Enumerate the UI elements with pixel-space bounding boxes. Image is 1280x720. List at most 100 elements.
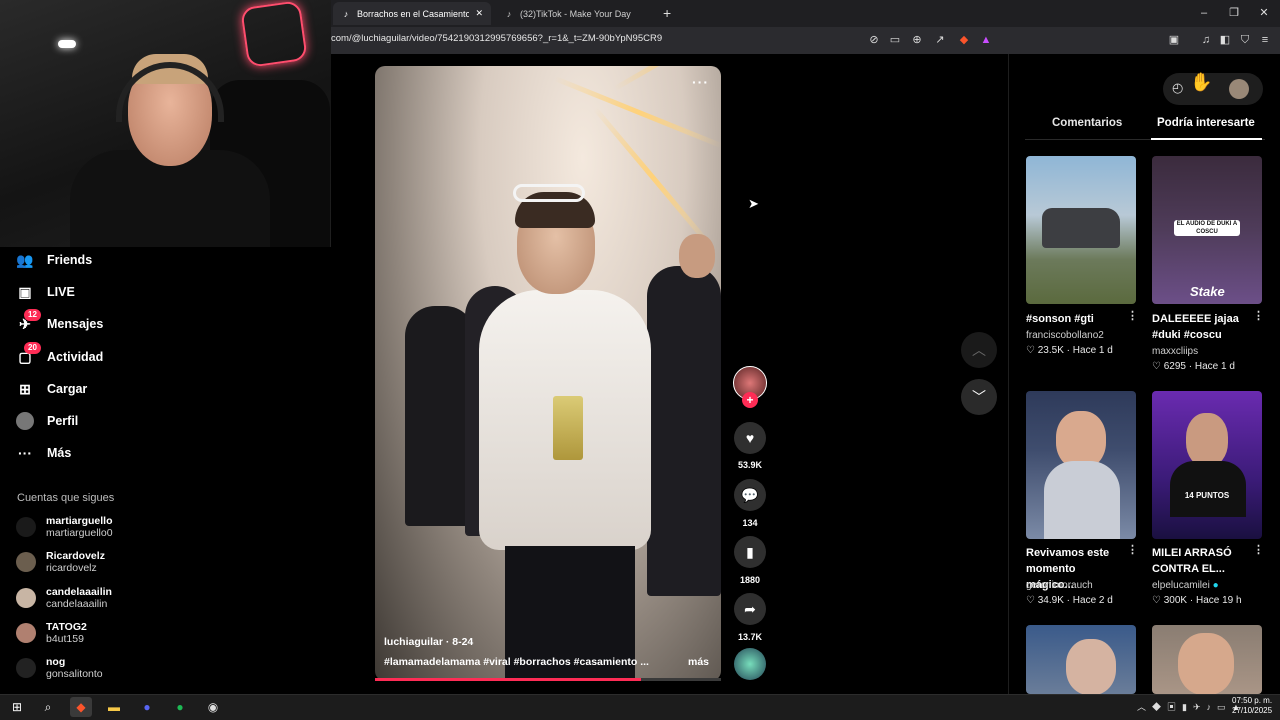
- sidebar-item-messages[interactable]: ✈ 12 Mensajes: [16, 309, 103, 336]
- card-title[interactable]: DALEEEEE jajaa #duki #coscu: [1152, 311, 1252, 343]
- avatar: [16, 552, 36, 572]
- minimize-button[interactable]: –: [1191, 4, 1217, 22]
- new-tab-button[interactable]: +: [663, 5, 671, 21]
- video-hashtags[interactable]: #lamamadelamama #viral #borrachos #casam…: [384, 656, 659, 668]
- video-progress-bar[interactable]: [375, 678, 721, 681]
- video-thumbnail[interactable]: [1026, 156, 1136, 304]
- close-window-button[interactable]: ✕: [1251, 4, 1277, 22]
- following-item[interactable]: candelaaailin candelaaailin: [16, 583, 112, 613]
- file-explorer-icon[interactable]: ▬: [103, 697, 125, 717]
- spotify-icon[interactable]: ●: [169, 697, 191, 717]
- video-thumbnail[interactable]: 14 PUNTOS: [1152, 391, 1262, 539]
- card-user[interactable]: elpelucamilei ●: [1152, 580, 1219, 591]
- music-disc-icon[interactable]: [734, 648, 766, 680]
- obs-icon[interactable]: ◉: [202, 697, 224, 717]
- light-beam: [593, 106, 713, 248]
- card-menu-icon[interactable]: ⋮: [1127, 543, 1138, 556]
- tab-recommended[interactable]: Podría interesarte: [1157, 117, 1255, 129]
- card-menu-icon[interactable]: ⋮: [1253, 309, 1264, 322]
- card-user[interactable]: maxxcliips: [1152, 346, 1198, 357]
- sidebar-toggle-icon[interactable]: ▣: [1166, 32, 1182, 48]
- video-thumbnail[interactable]: EL AUDIO DE DUKI A COSCU Stake: [1152, 156, 1262, 304]
- share-icon[interactable]: ↗: [932, 32, 948, 48]
- sidebar-item-friends[interactable]: 👥 Friends: [16, 248, 92, 272]
- sidebar-item-activity[interactable]: ▢ 20 Actividad: [16, 342, 103, 369]
- taskbar-clock[interactable]: 07:50 p. m. 27/10/2025: [1232, 696, 1272, 716]
- share-button[interactable]: ➦: [734, 593, 766, 625]
- card-title[interactable]: #sonson #gti: [1026, 311, 1126, 327]
- search-icon[interactable]: ⌕: [37, 697, 59, 717]
- tab-comments[interactable]: Comentarios: [1052, 117, 1122, 129]
- media-icon[interactable]: ♫: [1198, 32, 1214, 48]
- video-thumbnail[interactable]: [1026, 391, 1136, 539]
- save-button[interactable]: ▮: [734, 536, 766, 568]
- card-title[interactable]: MILEI ARRASÓ CONTRA EL...: [1152, 545, 1252, 577]
- more-icon: ···: [18, 445, 32, 461]
- like-button[interactable]: ♥: [734, 422, 766, 454]
- next-video-button[interactable]: ﹀: [961, 379, 997, 415]
- video-progress-fill: [375, 678, 642, 681]
- card-stats: ♡ 34.9K · Hace 2 d: [1026, 595, 1113, 606]
- card-stats: ♡ 23.5K · Hace 1 d: [1026, 345, 1113, 356]
- card-time: Hace 1 d: [1072, 345, 1113, 356]
- brave-shield-icon[interactable]: ◆: [956, 32, 972, 48]
- sidebar-item-profile[interactable]: Perfil: [16, 409, 78, 433]
- comment-icon: 💬: [741, 487, 759, 503]
- sidebar-item-live[interactable]: ▣ LIVE: [16, 280, 74, 304]
- video-thumbnail[interactable]: [1026, 625, 1136, 694]
- thumbnail-face: [1186, 413, 1228, 467]
- cast-icon[interactable]: ▭: [887, 32, 903, 48]
- menu-icon[interactable]: ≡: [1257, 32, 1273, 48]
- card-stats: ♡ 300K · Hace 19 h: [1152, 595, 1242, 606]
- clock-date: 27/10/2025: [1232, 706, 1273, 715]
- sidebar-item-upload[interactable]: ⊞ Cargar: [16, 377, 87, 401]
- user-avatar[interactable]: [1229, 79, 1249, 99]
- card-time: Hace 1 d: [1194, 361, 1235, 372]
- thumbnail-caption: 14 PUNTOS: [1184, 491, 1230, 500]
- brave-app-icon[interactable]: ◆: [70, 697, 92, 717]
- following-name: candelaaailin: [46, 586, 112, 598]
- car-shape: [1042, 208, 1120, 248]
- no-tracking-icon[interactable]: ⊘: [866, 32, 882, 48]
- zoom-icon[interactable]: ⊕: [909, 32, 925, 48]
- following-item[interactable]: martiarguello martiarguello0: [16, 512, 113, 542]
- video-player[interactable]: [375, 66, 721, 681]
- previous-video-button[interactable]: ︿: [961, 332, 997, 368]
- sidebar-item-label: Más: [47, 446, 72, 460]
- restore-button[interactable]: ❐: [1221, 4, 1247, 22]
- browser-tab-active[interactable]: ♪ Borrachos en el Casamiento de T ✕: [333, 2, 491, 25]
- share-arrow-icon: ➦: [744, 601, 756, 617]
- wave-icon[interactable]: ✋: [1190, 72, 1212, 93]
- clock-time: 07:50 p. m.: [1232, 696, 1273, 705]
- following-item[interactable]: nog gonsalitonto: [16, 653, 103, 683]
- video-thumbnail[interactable]: [1152, 625, 1262, 694]
- card-menu-icon[interactable]: ⋮: [1127, 309, 1138, 322]
- comment-button[interactable]: 💬: [734, 479, 766, 511]
- history-icon[interactable]: ◴: [1172, 80, 1183, 96]
- discord-icon[interactable]: ●: [136, 697, 158, 717]
- url-field[interactable]: com/@luchiaguilar/video/7542190312995769…: [331, 33, 662, 44]
- video-author[interactable]: luchiaguilar · 8-24: [384, 636, 473, 648]
- follow-plus-icon[interactable]: +: [742, 392, 758, 408]
- browser-tab[interactable]: ♪ (32)TikTok - Make Your Day: [496, 2, 656, 25]
- following-item[interactable]: Ricardovelz ricardovelz: [16, 547, 105, 577]
- card-likes: 34.9K: [1037, 595, 1064, 606]
- caption-more-link[interactable]: más: [688, 656, 709, 668]
- system-tray-icons[interactable]: ︿◆▣▮✈♪▭▲: [1137, 700, 1246, 713]
- following-item[interactable]: TATOG2 b4ut159: [16, 618, 87, 648]
- card-user[interactable]: geronimorauch: [1026, 580, 1093, 591]
- messages-icon: ✈ 12: [16, 309, 41, 333]
- split-view-icon[interactable]: ◧: [1217, 32, 1233, 48]
- sidebar-item-more[interactable]: ··· Más: [16, 441, 71, 465]
- avatar: [16, 658, 36, 678]
- video-options-icon[interactable]: ···: [692, 74, 709, 90]
- tab-title: Borrachos en el Casamiento de T: [357, 8, 469, 19]
- card-user[interactable]: franciscobollano2: [1026, 330, 1104, 341]
- stake-logo: Stake: [1190, 284, 1225, 299]
- tiktok-icon: ♪: [506, 8, 512, 19]
- card-menu-icon[interactable]: ⋮: [1253, 543, 1264, 556]
- rewards-icon[interactable]: ▲: [978, 32, 994, 48]
- windows-start-icon[interactable]: ⊞: [6, 697, 28, 717]
- vpn-icon[interactable]: ⛉: [1237, 32, 1253, 48]
- tab-close-icon[interactable]: ✕: [475, 8, 483, 19]
